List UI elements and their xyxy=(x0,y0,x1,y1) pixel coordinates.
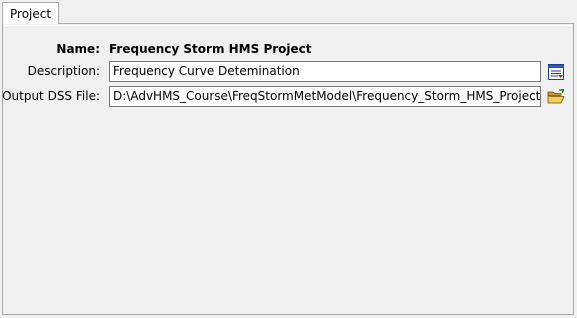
description-editor-icon xyxy=(547,63,564,80)
description-editor-button[interactable] xyxy=(545,61,566,82)
output-dss-input[interactable]: D:\AdvHMS_Course\FreqStormMetModel\Frequ… xyxy=(109,86,541,107)
folder-open-icon xyxy=(547,88,565,103)
project-editor: Project Name: Frequency Storm HMS Projec… xyxy=(0,0,577,318)
description-input[interactable]: Frequency Curve Detemination xyxy=(109,61,541,82)
tab-project[interactable]: Project xyxy=(2,2,60,24)
description-row: Description: Frequency Curve Deteminatio… xyxy=(4,61,572,82)
panel-content: Name: Frequency Storm HMS Project Descri… xyxy=(2,25,572,313)
project-tab-panel: Name: Frequency Storm HMS Project Descri… xyxy=(2,23,574,315)
project-name-value: Frequency Storm HMS Project xyxy=(109,42,312,56)
output-dss-label: Output DSS File: xyxy=(2,89,100,103)
browse-dss-button[interactable] xyxy=(545,86,566,107)
name-label: Name: xyxy=(56,42,100,56)
output-dss-row: Output DSS File: D:\AdvHMS_Course\FreqSt… xyxy=(2,86,572,107)
name-row: Name: Frequency Storm HMS Project xyxy=(4,39,572,60)
description-label: Description: xyxy=(27,64,100,78)
